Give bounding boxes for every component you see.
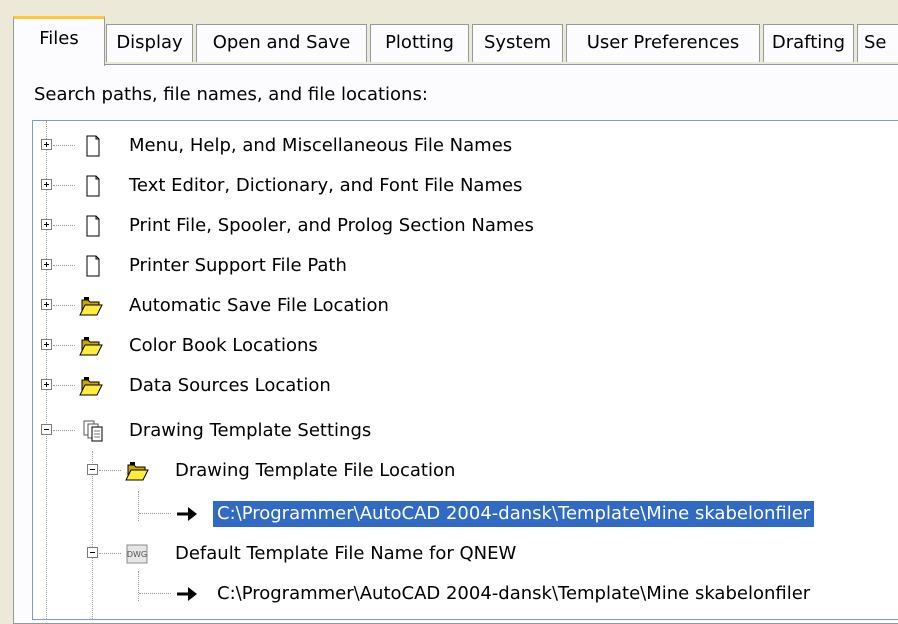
tree-item-label: Automatic Save File Location bbox=[129, 295, 389, 316]
arrow-icon bbox=[177, 587, 197, 601]
tree-item-color-book-locations[interactable]: Color Book Locations bbox=[33, 326, 898, 366]
tree-item-qnew-template-path[interactable]: C:\Programmer\AutoCAD 2004-dansk\Templat… bbox=[33, 574, 898, 614]
tree-item-automatic-save-location[interactable]: Automatic Save File Location bbox=[33, 286, 898, 326]
folder-icon bbox=[125, 462, 149, 481]
tree-line bbox=[53, 185, 75, 186]
tree-item-print-file-names[interactable]: Print File, Spooler, and Prolog Section … bbox=[33, 206, 898, 246]
tree-item-data-sources-location[interactable]: Data Sources Location bbox=[33, 366, 898, 406]
tree-item-label: Color Book Locations bbox=[129, 335, 318, 356]
tree-item-template-path-selected[interactable]: C:\Programmer\AutoCAD 2004-dansk\Templat… bbox=[33, 494, 898, 534]
expand-plus-icon[interactable] bbox=[41, 299, 52, 310]
multi-file-icon bbox=[83, 420, 103, 442]
tab-system[interactable]: System bbox=[472, 24, 563, 62]
tab-plotting[interactable]: Plotting bbox=[370, 24, 469, 62]
tab-files[interactable]: Files bbox=[13, 16, 105, 66]
tree-item-default-template-qnew[interactable]: DWG Default Template File Name for QNEW bbox=[33, 534, 898, 574]
tree-line bbox=[139, 593, 171, 594]
dwg-file-icon: DWG bbox=[126, 544, 148, 564]
tree-item-text-editor-files[interactable]: Text Editor, Dictionary, and Font File N… bbox=[33, 166, 898, 206]
tree-item-label: Default Template File Name for QNEW bbox=[175, 543, 517, 564]
tree-line bbox=[53, 345, 75, 346]
tab-drafting[interactable]: Drafting bbox=[763, 24, 854, 62]
tree-item-drawing-template-settings[interactable]: Drawing Template Settings bbox=[33, 411, 898, 451]
tree-item-printer-support-path[interactable]: Printer Support File Path bbox=[33, 246, 898, 286]
expand-plus-icon[interactable] bbox=[41, 379, 52, 390]
file-icon bbox=[86, 255, 100, 277]
expand-plus-icon[interactable] bbox=[41, 179, 52, 190]
collapse-minus-icon[interactable] bbox=[87, 547, 98, 558]
collapse-minus-icon[interactable] bbox=[41, 424, 52, 435]
svg-text:DWG: DWG bbox=[127, 550, 147, 559]
folder-icon bbox=[79, 337, 103, 356]
file-icon bbox=[86, 135, 100, 157]
collapse-minus-icon[interactable] bbox=[87, 464, 98, 475]
tree-line bbox=[53, 305, 75, 306]
expand-plus-icon[interactable] bbox=[41, 219, 52, 230]
tree-item-label: Drawing Template File Location bbox=[175, 460, 456, 481]
tab-display[interactable]: Display bbox=[106, 24, 193, 62]
tree-item-label: C:\Programmer\AutoCAD 2004-dansk\Templat… bbox=[213, 501, 815, 527]
tree-item-drawing-template-file-location[interactable]: Drawing Template File Location bbox=[33, 451, 898, 491]
expand-plus-icon[interactable] bbox=[41, 139, 52, 150]
tree-item-label: Menu, Help, and Miscellaneous File Names bbox=[129, 135, 513, 156]
folder-icon bbox=[79, 377, 103, 396]
tree-line bbox=[53, 385, 75, 386]
tree-line bbox=[139, 513, 171, 514]
tree-item-label: C:\Programmer\AutoCAD 2004-dansk\Templat… bbox=[217, 583, 811, 604]
tree-item-label: Drawing Template Settings bbox=[129, 420, 372, 441]
arrow-icon bbox=[177, 507, 197, 521]
tree-line bbox=[53, 430, 75, 431]
expand-plus-icon[interactable] bbox=[41, 259, 52, 270]
tree-line bbox=[99, 553, 121, 554]
tree-line bbox=[53, 145, 75, 146]
tree-line bbox=[53, 225, 75, 226]
file-icon bbox=[86, 175, 100, 197]
file-icon bbox=[86, 215, 100, 237]
folder-icon bbox=[79, 297, 103, 316]
tab-user-preferences[interactable]: User Preferences bbox=[566, 24, 760, 62]
expand-plus-icon[interactable] bbox=[41, 339, 52, 350]
tab-open-and-save[interactable]: Open and Save bbox=[196, 24, 367, 62]
tree-item-label: Data Sources Location bbox=[129, 375, 331, 396]
tree-line bbox=[99, 470, 121, 471]
tree-item-label: Print File, Spooler, and Prolog Section … bbox=[129, 215, 534, 236]
file-locations-tree[interactable]: Menu, Help, and Miscellaneous File Names… bbox=[32, 120, 898, 620]
tree-line bbox=[53, 265, 75, 266]
tab-selection-partial[interactable]: Se bbox=[857, 24, 898, 62]
tree-item-label: Text Editor, Dictionary, and Font File N… bbox=[129, 175, 523, 196]
tree-item-menu-help-files[interactable]: Menu, Help, and Miscellaneous File Names bbox=[33, 126, 898, 166]
tab-strip: Files Display Open and Save Plotting Sys… bbox=[0, 0, 898, 68]
tree-item-label: Printer Support File Path bbox=[129, 255, 347, 276]
tree-heading: Search paths, file names, and file locat… bbox=[34, 84, 428, 105]
